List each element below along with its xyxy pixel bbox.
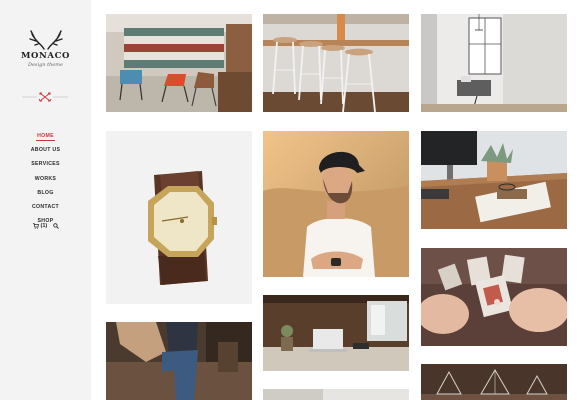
man-portrait-image — [263, 131, 409, 277]
cart-icon — [33, 223, 39, 229]
gallery-tile-sitting[interactable] — [106, 322, 252, 400]
partial-image — [263, 389, 409, 400]
cart-count: (1) — [40, 223, 48, 229]
gallery-tile-laptop[interactable] — [263, 295, 409, 371]
gallery-tile-portrait[interactable] — [263, 131, 409, 277]
gallery-tile-partial[interactable] — [263, 389, 409, 400]
antlers-logo-icon — [28, 30, 63, 50]
sidebar: MONACO Design theme HOME ABOUT US SERVIC… — [0, 0, 91, 400]
crossed-arrows-icon — [22, 92, 68, 102]
gallery-tile-hands[interactable] — [421, 248, 567, 346]
gallery-tile-shelf[interactable] — [421, 364, 567, 400]
cart-button[interactable]: (1) — [33, 223, 47, 229]
brand-title: MONACO — [21, 51, 70, 61]
person-sitting-image — [106, 322, 252, 400]
living-room-image — [421, 14, 567, 112]
hands-card-image — [421, 248, 567, 346]
brand-subtitle: Design theme — [27, 62, 64, 68]
decor-shelf-image — [421, 364, 567, 400]
gallery-tile-livingroom[interactable] — [421, 14, 567, 112]
laptop-desk-image — [263, 295, 409, 371]
search-icon[interactable] — [53, 223, 60, 229]
chairs-patio-image — [106, 14, 252, 112]
gallery-tile-watch[interactable] — [106, 131, 252, 304]
wristwatch-image — [106, 131, 252, 304]
nav-utilities: (1) — [33, 223, 60, 229]
desk-plant-image — [421, 131, 567, 229]
logo[interactable]: MONACO Design theme — [0, 30, 91, 68]
gallery-tile-desk[interactable] — [421, 131, 567, 229]
gallery-tile-chairs[interactable] — [106, 14, 252, 112]
bar-stools-image — [263, 14, 409, 112]
gallery-tile-stools[interactable] — [263, 14, 409, 112]
main-nav: HOME ABOUT US SERVICES WORKS BLOG CONTAC… — [0, 124, 91, 224]
